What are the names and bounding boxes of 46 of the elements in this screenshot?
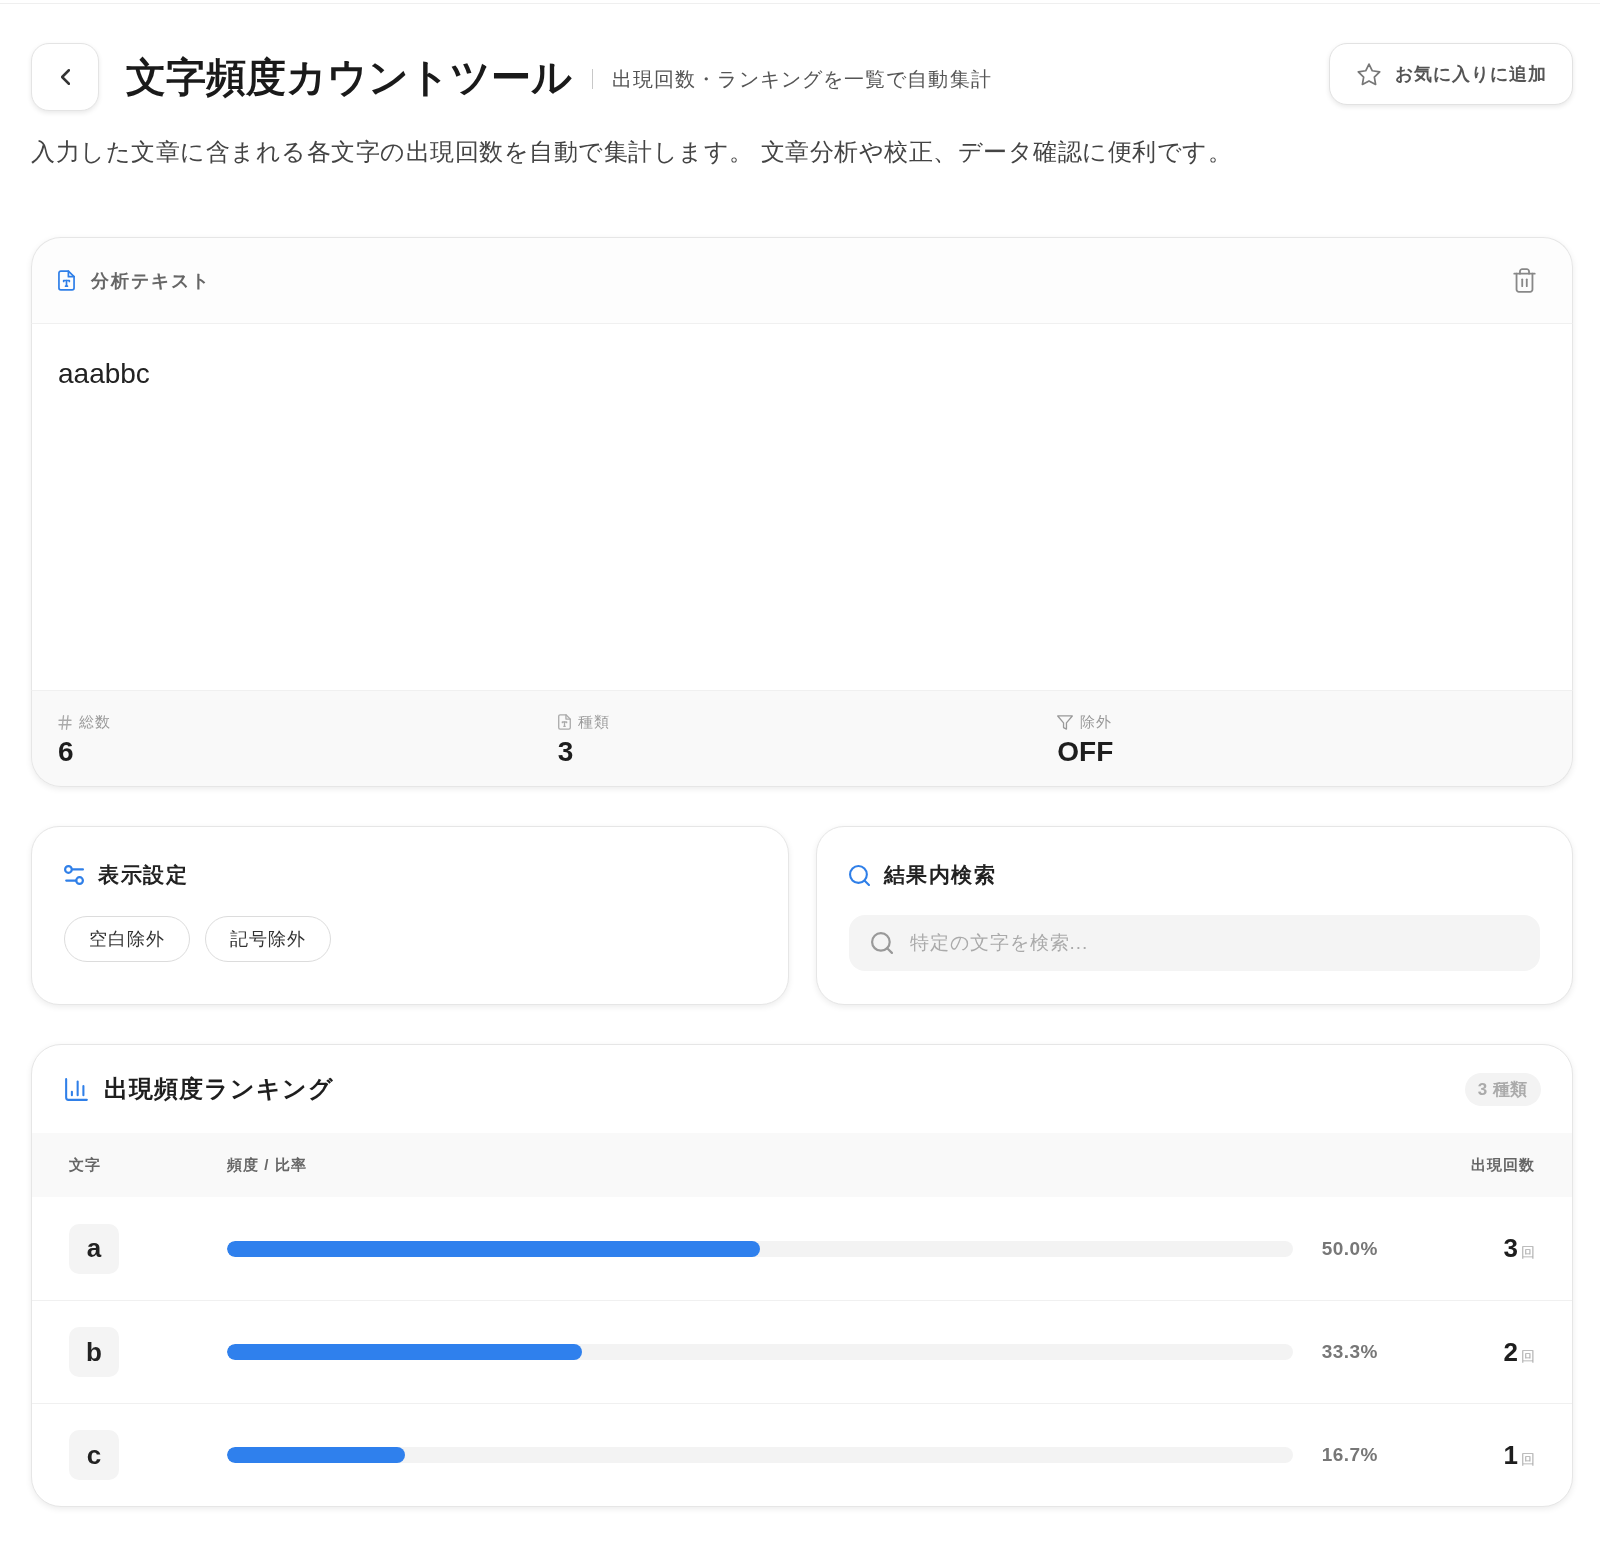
document-icon bbox=[557, 714, 571, 730]
count-unit: 回 bbox=[1521, 1347, 1535, 1366]
percentage-text: 16.7% bbox=[1321, 1444, 1378, 1466]
search-icon bbox=[870, 932, 893, 954]
stat-value: OFF bbox=[1057, 736, 1114, 768]
page-title: 文字頻度カウントツール bbox=[126, 54, 572, 101]
stat-value: 3 bbox=[557, 736, 574, 768]
count-unit: 回 bbox=[1521, 1244, 1535, 1262]
text-input-area[interactable]: aaabbc bbox=[31, 323, 1573, 691]
stat-label: 総数 bbox=[79, 712, 111, 732]
bar-chart-icon bbox=[65, 1077, 88, 1101]
count-unit: 回 bbox=[1521, 1450, 1535, 1469]
hash-icon bbox=[58, 714, 72, 730]
stat-label: 除外 bbox=[1080, 712, 1113, 732]
section-title: 分析テキスト bbox=[91, 269, 211, 293]
stat-value: 6 bbox=[58, 736, 74, 768]
occurrence-count: 3 bbox=[1503, 1233, 1518, 1264]
column-header: 文字 bbox=[69, 1155, 101, 1175]
search-field[interactable]: 特定の文字を検索... bbox=[848, 915, 1540, 971]
document-icon bbox=[58, 270, 75, 291]
section-title: 結果内検索 bbox=[883, 862, 996, 888]
section-title: 出現頻度ランキング bbox=[104, 1074, 334, 1104]
search-input[interactable]: 特定の文字を検索... bbox=[909, 932, 1518, 954]
filter-icon bbox=[1057, 714, 1074, 730]
filter-toggle[interactable]: 記号除外 bbox=[205, 916, 331, 962]
favorite-button[interactable]: お気に入りに追加 bbox=[1329, 43, 1573, 105]
page-subtitle: 出現回数・ランキングを一覧で自動集計 bbox=[612, 66, 992, 92]
ranked-character: a bbox=[69, 1223, 119, 1274]
search-icon bbox=[848, 864, 870, 886]
type-count: 3 種類 bbox=[1464, 1072, 1541, 1106]
ranked-character: b bbox=[69, 1327, 119, 1377]
chevron-left-icon bbox=[60, 69, 70, 85]
filter-toggle[interactable]: 空白除外 bbox=[64, 916, 190, 962]
occurrence-count: 2 bbox=[1503, 1336, 1518, 1368]
occurrence-count: 1 bbox=[1503, 1439, 1518, 1471]
star-icon bbox=[1357, 62, 1381, 86]
page-description: 入力した文章に含まれる各文字の出現回数を自動で集計します。 文章分析や校正、データ確認に便利です。 bbox=[31, 137, 1233, 167]
column-header: 出現回数 bbox=[1471, 1155, 1535, 1175]
section-title: 表示設定 bbox=[98, 862, 188, 888]
trash-icon[interactable] bbox=[1513, 268, 1536, 293]
stat-label: 種類 bbox=[577, 712, 610, 732]
ranked-character: c bbox=[69, 1430, 119, 1480]
column-header: 頻度 / 比率 bbox=[227, 1155, 307, 1175]
percentage-text: 33.3% bbox=[1321, 1341, 1378, 1363]
sliders-icon bbox=[64, 865, 84, 885]
percentage-text: 50.0% bbox=[1321, 1237, 1378, 1260]
